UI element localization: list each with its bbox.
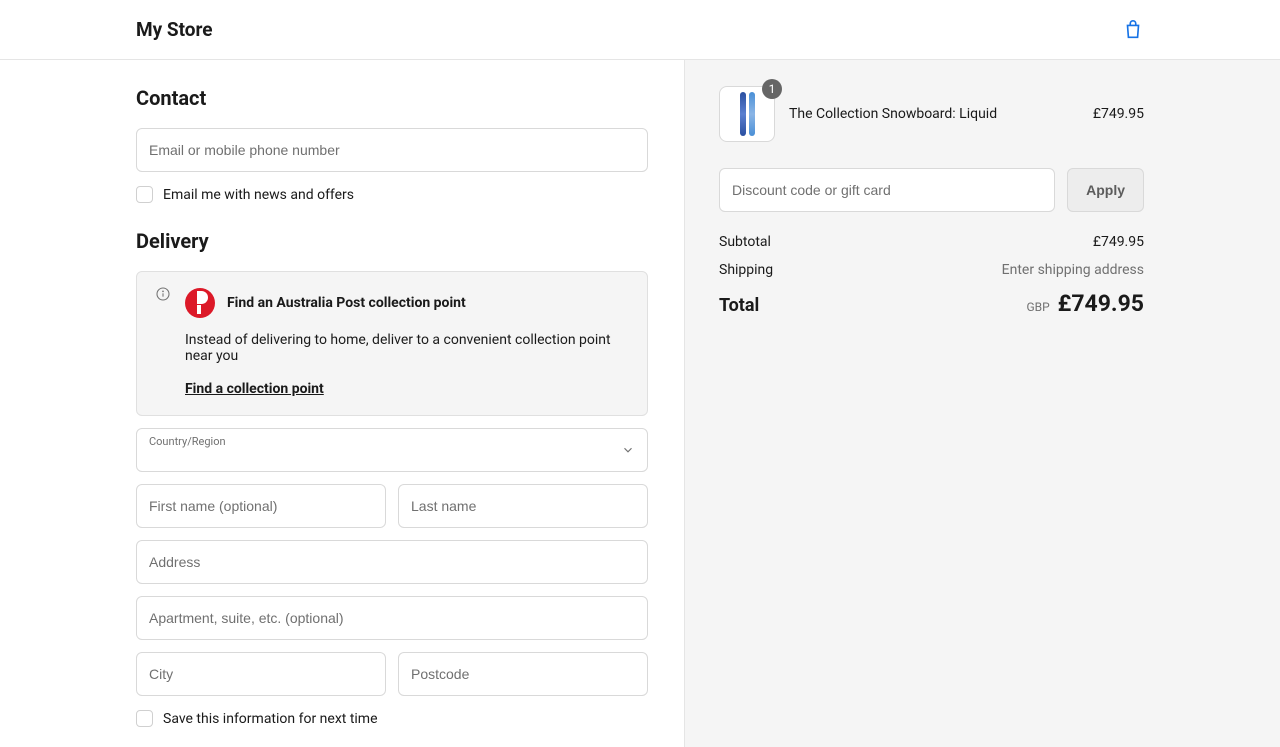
shipping-row: Shipping Enter shipping address (719, 262, 1144, 278)
snowboard-icon (740, 92, 746, 136)
total-value: £749.95 (1058, 290, 1144, 317)
delivery-heading: Delivery (136, 229, 648, 253)
product-row: 1 The Collection Snowboard: Liquid £749.… (719, 86, 1144, 142)
total-row: Total GBP £749.95 (719, 290, 1144, 317)
order-summary-column: 1 The Collection Snowboard: Liquid £749.… (684, 60, 1280, 747)
news-offers-label: Email me with news and offers (163, 187, 354, 203)
shipping-value: Enter shipping address (1002, 262, 1144, 278)
city-wrap (136, 652, 386, 696)
save-info-row: Save this information for next time (136, 710, 648, 727)
aus-post-desc: Instead of delivering to home, deliver t… (185, 332, 629, 364)
postcode-wrap (398, 652, 648, 696)
subtotal-label: Subtotal (719, 234, 771, 250)
country-select[interactable]: Country/Region (136, 428, 648, 472)
aus-post-header: Find an Australia Post collection point (155, 288, 629, 318)
contact-heading: Contact (136, 86, 648, 110)
chevron-down-icon (621, 443, 635, 457)
discount-input[interactable] (732, 182, 1042, 198)
last-name-input[interactable] (411, 498, 635, 514)
country-label: Country/Region (149, 435, 226, 448)
postcode-input[interactable] (411, 666, 635, 682)
info-icon (155, 286, 171, 302)
main-content: Contact Email me with news and offers De… (0, 60, 1280, 747)
subtotal-value: £749.95 (1093, 234, 1144, 250)
first-name-input[interactable] (149, 498, 373, 514)
apply-button[interactable]: Apply (1067, 168, 1144, 212)
discount-row: Apply (719, 168, 1144, 212)
first-name-wrap (136, 484, 386, 528)
total-label: Total (719, 295, 759, 316)
save-info-checkbox[interactable] (136, 710, 153, 727)
news-offers-row: Email me with news and offers (136, 186, 648, 203)
cart-icon[interactable] (1122, 19, 1144, 41)
find-collection-point-link[interactable]: Find a collection point (185, 381, 324, 397)
address-wrap (136, 540, 648, 584)
city-input[interactable] (149, 666, 373, 682)
apartment-input[interactable] (149, 610, 635, 626)
product-thumbnail: 1 (719, 86, 775, 142)
form-column: Contact Email me with news and offers De… (0, 60, 684, 747)
email-input[interactable] (149, 142, 635, 158)
aus-post-title: Find an Australia Post collection point (227, 295, 466, 311)
store-name: My Store (136, 18, 213, 41)
address-input[interactable] (149, 554, 635, 570)
last-name-wrap (398, 484, 648, 528)
news-offers-checkbox[interactable] (136, 186, 153, 203)
save-info-label: Save this information for next time (163, 711, 378, 727)
quantity-badge: 1 (762, 79, 782, 99)
email-field-wrap (136, 128, 648, 172)
apartment-wrap (136, 596, 648, 640)
shipping-label: Shipping (719, 262, 773, 278)
discount-wrap (719, 168, 1055, 212)
page-header: My Store (0, 0, 1280, 60)
product-name: The Collection Snowboard: Liquid (789, 106, 1079, 122)
currency-code: GBP (1026, 300, 1049, 314)
product-price: £749.95 (1093, 106, 1144, 122)
australia-post-icon (185, 288, 215, 318)
snowboard-icon (749, 92, 755, 136)
subtotal-row: Subtotal £749.95 (719, 234, 1144, 250)
aus-post-box: Find an Australia Post collection point … (136, 271, 648, 416)
